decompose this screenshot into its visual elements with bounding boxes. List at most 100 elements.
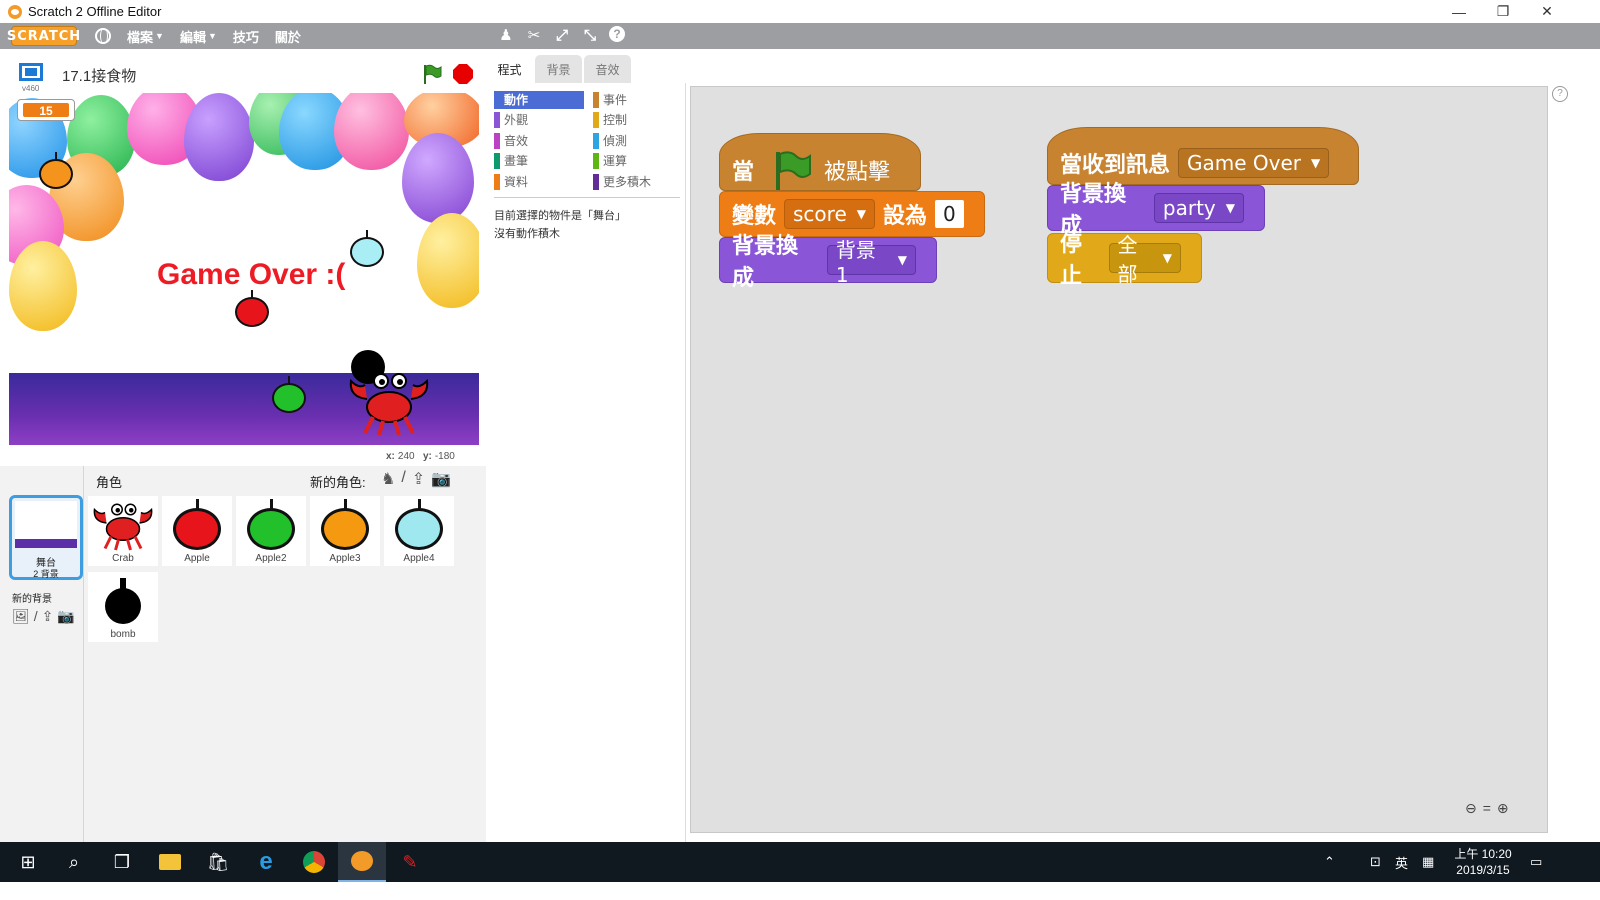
menu-tips[interactable]: 技巧 — [233, 27, 259, 46]
system-clock[interactable]: 上午 10:20 2019/3/15 — [1448, 846, 1518, 878]
network-icon[interactable]: ⊡ — [1370, 842, 1381, 882]
sprite-tile-apple4[interactable]: Apple4 — [384, 496, 454, 566]
sprite-name: Apple4 — [403, 553, 435, 564]
camera-icon[interactable]: 📷 — [57, 608, 74, 625]
category-more-blocks[interactable]: 更多積木 — [593, 173, 683, 191]
stage-apple-green[interactable] — [272, 376, 306, 413]
script-area[interactable]: 當 被點擊 變數 score ▼ 設為 0 背景換成 背景1 ▼ 當收到訊息 Gam… — [690, 86, 1548, 833]
hat-suffix-text: 被點擊 — [824, 160, 891, 185]
grow-icon[interactable]: ⤢ — [553, 26, 571, 44]
backdrop-dropdown[interactable]: party ▼ — [1153, 193, 1244, 223]
x-label: x: — [386, 451, 395, 462]
stage-apple-red[interactable] — [235, 290, 269, 327]
stage-apple-orange[interactable] — [39, 152, 73, 189]
stage-thumbnail[interactable]: 舞台 2 背景 — [9, 495, 83, 580]
paint-app-icon[interactable]: ✎ — [386, 842, 434, 882]
stage-canvas[interactable]: 15 Game Over :( — [9, 93, 479, 445]
category-label: 控制 — [603, 113, 628, 127]
sprite-library-icon[interactable]: ♞ — [381, 469, 395, 489]
green-flag-icon[interactable] — [422, 64, 442, 84]
y-label: y: — [422, 451, 432, 462]
menu-about[interactable]: 關於 — [275, 27, 301, 46]
scratch-taskbar-icon[interactable] — [338, 842, 386, 882]
scratch-logo[interactable]: SCRATCH — [7, 26, 80, 46]
block-palette: 動作 外觀 音效 畫筆 資料 事件 控制 偵測 運算 更多積木 目前選擇的物件是… — [486, 83, 686, 842]
presentation-mode-icon[interactable] — [19, 63, 43, 81]
chrome-icon[interactable] — [290, 842, 338, 882]
block-help-icon[interactable]: ? — [609, 26, 625, 42]
sprite-tile-apple[interactable]: Apple — [162, 496, 232, 566]
category-sensing[interactable]: 偵測 — [593, 132, 683, 150]
category-pen[interactable]: 畫筆 — [494, 152, 584, 170]
switch-backdrop-block[interactable]: 背景換成 party ▼ — [1047, 182, 1265, 239]
new-backdrop-label: 新的背景 — [12, 594, 52, 605]
tab-sounds[interactable]: 音效 — [584, 55, 631, 83]
tray-expand-icon[interactable]: ⌃ — [1324, 842, 1335, 882]
stop-sign-icon[interactable] — [453, 64, 473, 84]
variable-dropdown[interactable]: score ▼ — [784, 199, 875, 229]
hat-prefix-text: 當 — [732, 160, 755, 185]
category-sound[interactable]: 音效 — [494, 132, 584, 150]
tab-scripts[interactable]: 程式 — [486, 55, 533, 83]
sprite-tile-apple2[interactable]: Apple2 — [236, 496, 306, 566]
upload-icon[interactable]: ⇪ — [42, 608, 54, 625]
language-globe-icon[interactable] — [95, 28, 111, 44]
zoom-in-icon[interactable]: ⊕ — [1497, 800, 1509, 817]
value-input[interactable]: 0 — [935, 200, 964, 228]
upload-icon[interactable]: ⇪ — [412, 469, 425, 489]
balloon — [9, 241, 77, 331]
paint-brush-icon[interactable]: / — [401, 469, 405, 489]
restore-button[interactable]: ❐ — [1480, 0, 1526, 23]
menu-edit[interactable]: 編輯 ▼ — [180, 27, 217, 46]
sprite-tile-crab[interactable]: Crab — [88, 496, 158, 566]
category-motion[interactable]: 動作 — [494, 91, 584, 109]
ime-indicator[interactable]: 英 — [1395, 842, 1408, 882]
help-icon[interactable]: ? — [1552, 86, 1568, 102]
category-events[interactable]: 事件 — [593, 91, 683, 109]
paint-brush-icon[interactable]: / — [34, 608, 38, 625]
category-looks[interactable]: 外觀 — [494, 111, 584, 129]
sprite-tile-apple3[interactable]: Apple3 — [310, 496, 380, 566]
ime-mode-icon[interactable]: ▦ — [1422, 842, 1434, 882]
shrink-icon[interactable]: ⤡ — [581, 26, 599, 44]
edge-browser-icon[interactable]: e — [242, 842, 290, 882]
menu-file[interactable]: 檔案 ▼ — [127, 27, 164, 46]
category-control[interactable]: 控制 — [593, 111, 683, 129]
switch-backdrop-block[interactable]: 背景換成 背景1 ▼ — [719, 234, 937, 291]
stop-block[interactable]: 停止 全部 ▼ — [1047, 232, 1202, 289]
minimize-button[interactable]: — — [1436, 0, 1482, 23]
cut-scissors-icon[interactable]: ✂ — [525, 26, 543, 44]
backdrop-dropdown[interactable]: 背景1 ▼ — [826, 238, 916, 287]
category-data[interactable]: 資料 — [494, 173, 584, 191]
category-operators[interactable]: 運算 — [593, 152, 683, 170]
crab-thumbnail — [93, 503, 153, 551]
notification-icon[interactable]: ▭ — [1530, 842, 1542, 882]
backdrop-library-icon[interactable]: 🖼 — [12, 608, 30, 625]
variable-name: score — [793, 202, 847, 226]
stop-option-dropdown[interactable]: 全部 ▼ — [1108, 233, 1181, 286]
search-icon[interactable]: ⌕ — [50, 842, 98, 882]
stage-apple-cyan[interactable] — [350, 230, 384, 267]
project-title[interactable]: 17.1接食物 — [62, 65, 136, 86]
chevron-down-icon: ▼ — [897, 253, 907, 267]
new-sprite-label: 新的角色: — [310, 475, 366, 490]
backdrop-name: party — [1162, 196, 1216, 220]
zoom-out-icon[interactable]: ⊖ — [1465, 800, 1477, 817]
duplicate-stamp-icon[interactable]: ♟ — [497, 26, 515, 44]
tab-backdrops[interactable]: 背景 — [535, 55, 582, 83]
score-monitor[interactable]: 15 — [17, 99, 75, 121]
zoom-reset-icon[interactable]: = — [1483, 800, 1491, 817]
camera-icon[interactable]: 📷 — [431, 469, 451, 489]
close-button[interactable]: ✕ — [1524, 0, 1570, 23]
stage-thumbnail-column: 舞台 2 背景 新的背景 🖼 / ⇪ 📷 — [0, 466, 84, 842]
task-view-icon[interactable]: ❐ — [98, 842, 146, 882]
store-icon[interactable]: 🛍 — [194, 842, 242, 882]
file-explorer-icon[interactable] — [146, 842, 194, 882]
windows-start-icon[interactable]: ⊞ — [4, 842, 52, 882]
message-dropdown[interactable]: Game Over ▼ — [1178, 148, 1330, 178]
stage-crab[interactable] — [345, 369, 433, 437]
no-motion-blocks-text: 沒有動作積木 — [494, 228, 560, 240]
sprite-tile-bomb[interactable]: bomb — [88, 572, 158, 642]
when-flag-clicked-block[interactable]: 當 被點擊 — [719, 133, 921, 191]
chevron-down-icon: ▼ — [155, 31, 164, 41]
